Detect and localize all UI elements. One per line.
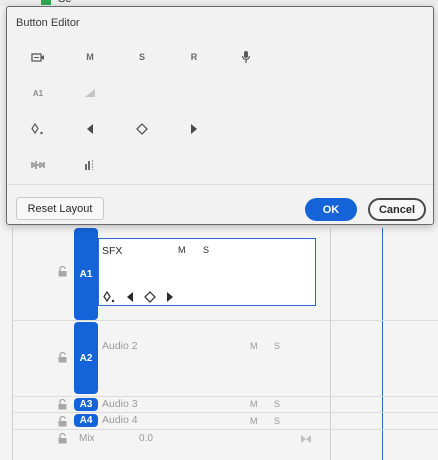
track-separator xyxy=(12,396,438,397)
track-badge-a2[interactable]: A2 xyxy=(74,322,98,394)
solo-glyph: S xyxy=(138,52,145,62)
next-keyframe-button[interactable] xyxy=(179,118,209,140)
mute-button[interactable]: M xyxy=(250,341,258,351)
lock-icon[interactable] xyxy=(57,433,68,444)
solo-button[interactable]: S xyxy=(274,399,280,409)
lock-icon[interactable] xyxy=(57,352,68,363)
add-keyframe-button[interactable] xyxy=(127,118,157,140)
track-header-divider xyxy=(12,228,13,460)
sync-lock-icon xyxy=(31,52,44,62)
track-name[interactable]: Audio 2 xyxy=(102,340,138,352)
track-separator xyxy=(12,412,438,413)
next-keyframe-icon[interactable] xyxy=(166,292,174,302)
track-a1-header: SFX M S xyxy=(98,238,316,306)
track-name-glyph: A1 xyxy=(32,88,44,98)
previous-keyframe-button[interactable] xyxy=(75,118,105,140)
keyframe-toggle-icon[interactable] xyxy=(103,291,116,303)
keyframe-toggle-icon xyxy=(31,123,43,135)
solo-button[interactable]: S xyxy=(274,416,280,426)
voice-over-button[interactable] xyxy=(231,46,261,68)
level-meter-icon xyxy=(85,160,93,170)
track-name[interactable]: Audio 3 xyxy=(102,398,138,410)
mix-volume-value[interactable]: 0.0 xyxy=(139,433,153,444)
keyframe-controls xyxy=(103,291,174,303)
next-keyframe-icon xyxy=(191,124,197,134)
ok-button[interactable]: OK xyxy=(305,198,357,221)
dialog-title: Button Editor xyxy=(16,17,80,29)
mix-label: Mix xyxy=(79,433,95,444)
playhead-line xyxy=(382,228,383,460)
lock-icon[interactable] xyxy=(57,399,68,410)
mute-track-button[interactable]: M xyxy=(75,46,105,68)
mute-button[interactable]: M xyxy=(250,416,258,426)
track-badge-a4[interactable]: A4 xyxy=(74,414,98,427)
add-keyframe-icon xyxy=(136,123,148,135)
lock-icon[interactable] xyxy=(57,416,68,427)
dialog-divider xyxy=(7,184,433,185)
waveform-icon xyxy=(31,161,45,169)
waveform-button[interactable] xyxy=(23,154,53,176)
track-name[interactable]: Audio 4 xyxy=(102,414,138,426)
record-track-button[interactable]: R xyxy=(179,46,209,68)
sync-lock-button[interactable] xyxy=(23,46,53,68)
track-name[interactable]: SFX xyxy=(102,245,122,257)
track-badge-a3[interactable]: A3 xyxy=(74,398,98,411)
add-keyframe-icon[interactable] xyxy=(144,291,156,303)
solo-button[interactable]: S xyxy=(274,341,280,351)
top-track-label: Se xyxy=(58,0,71,5)
reset-layout-button[interactable]: Reset Layout xyxy=(16,197,104,220)
button-editor-dialog: Button Editor M S R A1 Reset Layout OK C… xyxy=(6,6,434,225)
previous-keyframe-icon xyxy=(87,124,93,134)
lock-icon[interactable] xyxy=(57,266,68,277)
cancel-button[interactable]: Cancel xyxy=(368,198,426,221)
track-separator xyxy=(12,320,438,321)
record-glyph: R xyxy=(190,52,198,62)
track-badge-a1[interactable]: A1 xyxy=(74,228,98,320)
level-meter-button[interactable] xyxy=(75,154,105,176)
previous-keyframe-icon[interactable] xyxy=(126,292,134,302)
track-meter-button[interactable] xyxy=(75,82,105,104)
mute-button[interactable]: M xyxy=(178,245,186,255)
solo-button[interactable]: S xyxy=(203,245,209,255)
go-to-end-icon[interactable] xyxy=(300,434,312,444)
mute-glyph: M xyxy=(86,52,94,62)
microphone-icon xyxy=(241,51,251,63)
mute-button[interactable]: M xyxy=(250,399,258,409)
signal-meter-icon xyxy=(85,89,95,97)
solo-track-button[interactable]: S xyxy=(127,46,157,68)
track-separator xyxy=(12,429,438,430)
track-name-button[interactable]: A1 xyxy=(23,82,53,104)
show-keyframes-button[interactable] xyxy=(23,118,53,140)
track-column-divider xyxy=(330,228,331,460)
track-color-swatch xyxy=(41,0,51,5)
